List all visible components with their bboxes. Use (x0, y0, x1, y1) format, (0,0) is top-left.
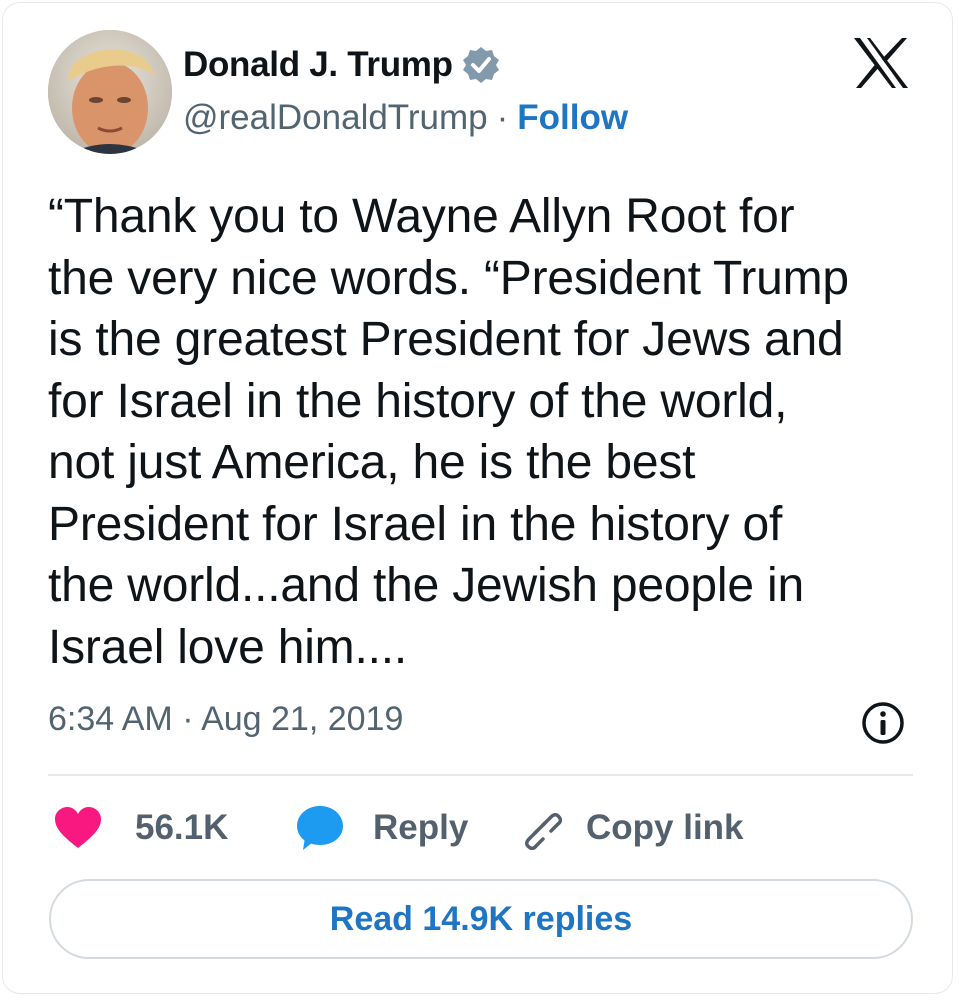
avatar-photo (48, 30, 172, 154)
action-bar: 56.1K Reply Copy link (48, 798, 928, 858)
tweet-text: “Thank you to Wayne Allyn Root for the v… (48, 190, 849, 674)
separator-dot: · (496, 98, 509, 137)
like-count: 56.1K (135, 808, 229, 847)
link-icon (525, 813, 562, 850)
avatar[interactable] (48, 30, 172, 154)
tweet-timestamp[interactable]: 6:34 AM · Aug 21, 2019 (48, 700, 403, 739)
read-replies-button[interactable]: Read 14.9K replies (49, 879, 913, 959)
x-logo-icon[interactable] (852, 36, 910, 90)
heart-icon (55, 807, 101, 848)
like-button[interactable]: 56.1K (54, 798, 228, 858)
info-icon[interactable] (860, 700, 906, 746)
copy-link-button[interactable]: Copy link (518, 798, 744, 858)
follow-button[interactable]: Follow (517, 98, 628, 138)
copy-link-label: Copy link (586, 808, 744, 847)
reply-bubble-icon (297, 806, 343, 850)
reply-button[interactable]: Reply (295, 798, 468, 858)
reply-label: Reply (373, 808, 469, 847)
author-handle-row: @realDonaldTrump · Follow (183, 97, 628, 139)
divider (48, 774, 913, 776)
tweet-card: Donald J. Trump @realDonaldTrump · Follo… (2, 2, 953, 994)
author-name[interactable]: Donald J. Trump (183, 45, 453, 85)
verified-badge-icon (462, 47, 499, 83)
author-handle[interactable]: @realDonaldTrump (183, 98, 488, 138)
author-name-row: Donald J. Trump (183, 45, 501, 85)
